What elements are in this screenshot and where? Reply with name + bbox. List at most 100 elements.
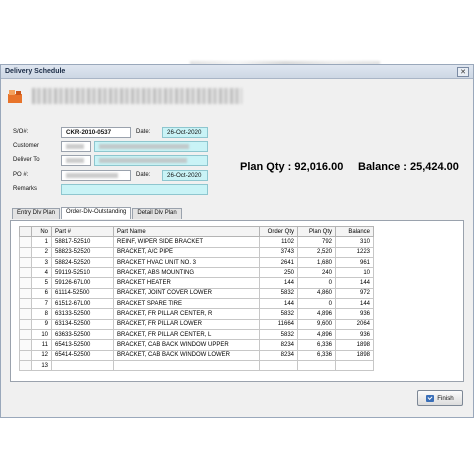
so-number-field[interactable]: CKR-2010-0537 bbox=[61, 127, 131, 138]
table-cell: 63633-52500 bbox=[51, 328, 114, 341]
finish-button-label: Finish bbox=[437, 394, 454, 402]
table-cell: 1102 bbox=[259, 236, 298, 248]
deliver-to-name-field[interactable] bbox=[94, 155, 208, 166]
table-row[interactable]: 6 61114-52500 BRACKET, JOINT COVER LOWER 58… bbox=[19, 287, 374, 300]
row-selector[interactable] bbox=[19, 277, 32, 289]
table-cell: BRACKET, FR PILLAR LOWER bbox=[113, 318, 260, 330]
table-cell: 9 bbox=[31, 318, 52, 330]
date-field[interactable]: 26-Oct-2020 bbox=[162, 127, 208, 138]
table-cell: 2,520 bbox=[297, 246, 336, 258]
finish-icon bbox=[426, 394, 435, 402]
table-cell: 1898 bbox=[335, 349, 374, 361]
table-row[interactable]: 2 58823-52520 BRACKET, A/C PIPE 3743 2,520 12… bbox=[19, 246, 374, 258]
row-selector[interactable] bbox=[19, 298, 32, 310]
table-cell: 8234 bbox=[259, 349, 298, 361]
table-cell: 7 bbox=[31, 298, 52, 310]
table-cell: 61512-67L00 bbox=[51, 298, 114, 310]
remarks-field[interactable] bbox=[61, 184, 208, 195]
row-selector[interactable] bbox=[19, 349, 32, 361]
company-name-redacted bbox=[32, 88, 242, 104]
table-cell: 65414-52500 bbox=[51, 349, 114, 361]
table-cell: 2641 bbox=[259, 256, 298, 269]
table-row[interactable]: 13 bbox=[19, 359, 374, 372]
table-cell: 61114-52500 bbox=[51, 287, 114, 300]
row-selector[interactable] bbox=[19, 328, 32, 341]
table-cell: 10 bbox=[335, 267, 374, 279]
close-button[interactable]: ✕ bbox=[457, 66, 469, 77]
table-cell: 13 bbox=[31, 359, 52, 372]
table-row[interactable]: 12 65414-52500 BRACKET, CAB BACK WINDOW LO… bbox=[19, 349, 374, 361]
outstanding-grid-panel: No Part # Part Name Order Qty Plan Qty B… bbox=[10, 220, 464, 382]
customer-name-field[interactable] bbox=[94, 141, 208, 152]
table-row[interactable]: 3 58824-52520 BRACKET HVAC UNIT NO. 3 2641 1… bbox=[19, 256, 374, 269]
table-cell: 8234 bbox=[259, 339, 298, 351]
row-selector[interactable] bbox=[19, 308, 32, 320]
table-cell: 4,860 bbox=[297, 287, 336, 300]
table-cell: 936 bbox=[335, 328, 374, 341]
table-row[interactable]: 9 63134-52500 BRACKET, FR PILLAR LOWER 1166… bbox=[19, 318, 374, 330]
outstanding-table: No Part # Part Name Order Qty Plan Qty B… bbox=[19, 225, 374, 372]
table-row[interactable]: 4 59119-52510 BRACKET, ABS MOUNTING 250 240 1… bbox=[19, 267, 374, 279]
row-selector[interactable] bbox=[19, 267, 32, 279]
row-selector[interactable] bbox=[19, 339, 32, 351]
table-row[interactable]: 8 63133-52500 BRACKET, FR PILLAR CENTER, R… bbox=[19, 308, 374, 320]
table-cell bbox=[51, 359, 114, 372]
table-cell: 59119-52510 bbox=[51, 267, 114, 279]
table-cell: 240 bbox=[297, 267, 336, 279]
table-cell: BRACKET, CAB BACK WINDOW UPPER bbox=[113, 339, 260, 351]
table-row[interactable]: 7 61512-67L00 BRACKET SPARE TIRE 144 0 144 bbox=[19, 298, 374, 310]
customer-code-field[interactable] bbox=[61, 141, 91, 152]
table-cell bbox=[113, 359, 260, 372]
table-row[interactable]: 1 58817-52510 REINF, WIPER SIDE BRACKET 110… bbox=[19, 236, 374, 248]
tab-order-dlv-outstanding[interactable]: Order-Dlv-Outstanding bbox=[61, 207, 132, 219]
po-number-field[interactable] bbox=[61, 170, 131, 181]
row-selector[interactable] bbox=[19, 318, 32, 330]
table-cell: 6 bbox=[31, 287, 52, 300]
row-selector[interactable] bbox=[19, 287, 32, 300]
balance-total: Balance : 25,424.00 bbox=[358, 161, 459, 173]
window-title: Delivery Schedule bbox=[5, 68, 66, 75]
tab-detail-dlv-plan[interactable]: Detail Dlv Plan bbox=[132, 208, 182, 219]
table-cell: 5832 bbox=[259, 308, 298, 320]
column-header-no[interactable]: No bbox=[31, 225, 52, 238]
column-header-part-number[interactable]: Part # bbox=[51, 225, 114, 238]
deliver-to-label: Deliver To bbox=[13, 157, 40, 163]
column-header-plan-qty[interactable]: Plan Qty bbox=[297, 225, 336, 238]
table-cell: 5832 bbox=[259, 287, 298, 300]
po-date-label: Date: bbox=[136, 172, 151, 178]
column-header-part-name[interactable]: Part Name bbox=[113, 225, 260, 238]
table-cell: 2 bbox=[31, 246, 52, 258]
tab-entry-dlv-plan[interactable]: Entry Dlv Plan bbox=[12, 208, 61, 219]
deliver-to-code-field[interactable] bbox=[61, 155, 91, 166]
table-cell: 144 bbox=[259, 298, 298, 310]
table-cell: 58823-52520 bbox=[51, 246, 114, 258]
table-row[interactable]: 10 63633-52500 BRACKET, FR PILLAR CENTER, … bbox=[19, 328, 374, 341]
po-label: PO #: bbox=[13, 172, 29, 178]
table-cell: 1,680 bbox=[297, 256, 336, 269]
table-cell: 972 bbox=[335, 287, 374, 300]
table-cell: BRACKET, A/C PIPE bbox=[113, 246, 260, 258]
po-date-field[interactable]: 26-Oct-2020 bbox=[162, 170, 208, 181]
plan-qty-total: Plan Qty : 92,016.00 bbox=[240, 161, 344, 173]
title-bar: Delivery Schedule ✕ bbox=[1, 65, 473, 79]
table-cell: 0 bbox=[297, 298, 336, 310]
row-selector[interactable] bbox=[19, 246, 32, 258]
row-selector[interactable] bbox=[19, 359, 32, 372]
table-cell bbox=[335, 359, 374, 372]
finish-button[interactable]: Finish bbox=[417, 390, 463, 406]
table-cell: REINF, WIPER SIDE BRACKET bbox=[113, 236, 260, 248]
table-row[interactable]: 11 65413-52500 BRACKET, CAB BACK WINDOW UP… bbox=[19, 339, 374, 351]
column-header-order-qty[interactable]: Order Qty bbox=[259, 225, 298, 238]
table-cell: 58824-52520 bbox=[51, 256, 114, 269]
table-cell: BRACKET HEATER bbox=[113, 277, 260, 289]
table-cell: 11664 bbox=[259, 318, 298, 330]
table-cell: 144 bbox=[259, 277, 298, 289]
table-cell: 10 bbox=[31, 328, 52, 341]
row-selector[interactable] bbox=[19, 236, 32, 248]
table-row[interactable]: 5 59126-67L00 BRACKET HEATER 144 0 144 bbox=[19, 277, 374, 289]
table-cell: BRACKET, JOINT COVER LOWER bbox=[113, 287, 260, 300]
column-header-balance[interactable]: Balance bbox=[335, 225, 374, 238]
row-selector[interactable] bbox=[19, 256, 32, 269]
table-cell: 9,600 bbox=[297, 318, 336, 330]
tab-bar: Entry Dlv Plan Order-Dlv-Outstanding Det… bbox=[12, 207, 182, 219]
